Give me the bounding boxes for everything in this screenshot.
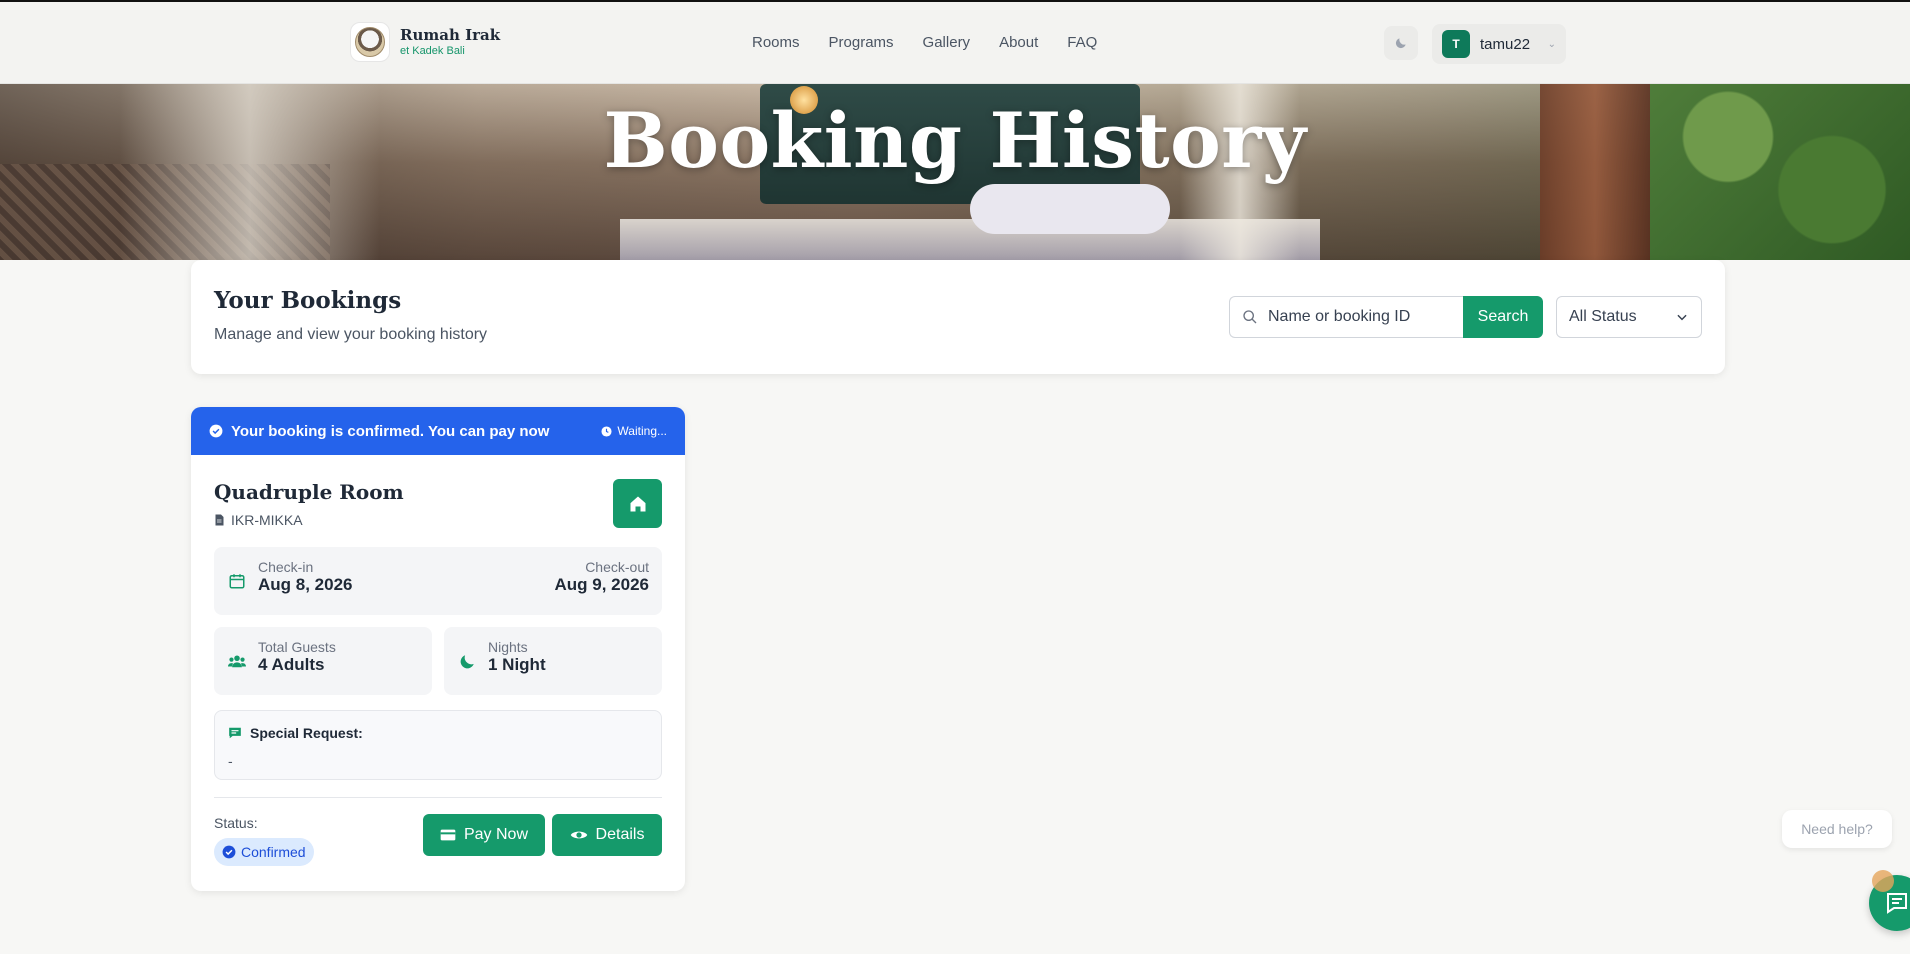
- moon-icon: [1395, 38, 1406, 49]
- search-input[interactable]: [1268, 308, 1448, 326]
- details-button[interactable]: Details: [552, 814, 662, 856]
- nav-faq[interactable]: FAQ: [1067, 34, 1097, 51]
- panel-subtitle: Manage and view your booking history: [214, 326, 488, 343]
- checkout-label: Check-out: [585, 559, 649, 575]
- guests-box: Total Guests 4 Adults: [214, 627, 432, 695]
- status-filter-select[interactable]: All Status: [1556, 296, 1702, 338]
- hero-image-pillows: [970, 184, 1170, 234]
- brand[interactable]: Rumah Irak et Kadek Bali: [350, 22, 500, 62]
- check-circle-icon: [209, 424, 223, 438]
- home-icon: [630, 496, 645, 511]
- search-button[interactable]: Search: [1463, 296, 1543, 338]
- chevron-down-icon: [1677, 314, 1687, 321]
- pay-now-button[interactable]: Pay Now: [423, 814, 545, 856]
- guests-text: Total Guests 4 Adults: [258, 639, 336, 675]
- nights-label: Nights: [488, 639, 528, 655]
- calendar-icon: [229, 574, 245, 589]
- banner-message: Your booking is confirmed. You can pay n…: [231, 422, 550, 440]
- nav-rooms[interactable]: Rooms: [752, 34, 800, 51]
- nav-programs[interactable]: Programs: [829, 34, 894, 51]
- panel-title: Your Bookings: [214, 287, 402, 314]
- clock-icon: [601, 425, 612, 437]
- avatar: T: [1442, 30, 1470, 58]
- status-badge: Confirmed: [214, 838, 314, 866]
- booking-card: Your booking is confirmed. You can pay n…: [191, 407, 685, 891]
- document-icon: [215, 514, 224, 526]
- special-request-label: Special Request:: [250, 725, 363, 741]
- status-filter-value: All Status: [1569, 308, 1637, 325]
- booking-status-banner: Your booking is confirmed. You can pay n…: [191, 407, 685, 455]
- dates-box: Check-in Aug 8, 2026 Check-out Aug 9, 20…: [214, 547, 662, 615]
- checkin-date: Aug 8, 2026: [258, 575, 353, 594]
- check-circle-icon: [222, 845, 236, 859]
- pay-now-label: Pay Now: [463, 826, 529, 843]
- booking-code-text: IKR-MIKKA: [231, 512, 303, 528]
- help-tooltip: Need help?: [1782, 810, 1892, 848]
- special-request-header: Special Request:: [228, 725, 363, 741]
- bookings-panel: Your Bookings Manage and view your booki…: [191, 260, 1725, 374]
- username: tamu22: [1480, 35, 1531, 53]
- chat-bubble-icon: [229, 727, 241, 739]
- page-title: Booking History: [603, 96, 1307, 185]
- banner-waiting-text: Waiting...: [617, 424, 667, 438]
- checkin: Check-in Aug 8, 2026: [258, 559, 353, 595]
- chat-icon: [1887, 893, 1907, 914]
- theme-toggle-button[interactable]: [1384, 26, 1418, 60]
- top-navbar: Rumah Irak et Kadek Bali Rooms Programs …: [0, 2, 1910, 84]
- hero-banner: Booking History: [0, 84, 1910, 260]
- nights-value: 1 Night: [488, 655, 546, 674]
- chevron-down-icon: ⌄: [1547, 38, 1556, 50]
- nights-box: Nights 1 Night: [444, 627, 662, 695]
- guests-label: Total Guests: [258, 639, 336, 655]
- guests-value: 4 Adults: [258, 655, 325, 674]
- nav-gallery[interactable]: Gallery: [923, 34, 971, 51]
- logo: [350, 22, 390, 62]
- special-request-value: -: [228, 753, 233, 769]
- user-menu[interactable]: T tamu22 ⌄: [1432, 24, 1566, 64]
- notification-dot: [1872, 870, 1894, 892]
- credit-card-icon: [440, 829, 456, 841]
- booking-code: IKR-MIKKA: [214, 512, 303, 528]
- checkout: Check-out Aug 9, 2026: [555, 559, 650, 595]
- brand-text: Rumah Irak et Kadek Bali: [400, 27, 500, 58]
- status-badge-text: Confirmed: [241, 844, 306, 860]
- moon-icon: [460, 655, 474, 669]
- checkout-date: Aug 9, 2026: [554, 575, 650, 594]
- details-label: Details: [595, 826, 645, 843]
- main-nav: Rooms Programs Gallery About FAQ: [752, 34, 1097, 51]
- status-label: Status:: [214, 815, 258, 831]
- eye-icon: [570, 831, 587, 839]
- room-name: Quadruple Room: [214, 480, 404, 504]
- brand-subtitle: et Kadek Bali: [400, 45, 465, 58]
- brand-name: Rumah Irak: [400, 25, 501, 44]
- banner-waiting: Waiting...: [601, 424, 667, 438]
- nights-text: Nights 1 Night: [488, 639, 546, 675]
- room-home-button[interactable]: [613, 479, 662, 528]
- users-icon: [228, 655, 246, 668]
- logo-emblem-icon: [355, 27, 385, 57]
- search-icon: [1243, 310, 1257, 324]
- search-box: [1229, 296, 1463, 338]
- nav-about[interactable]: About: [999, 34, 1038, 51]
- special-request-box: Special Request: -: [214, 710, 662, 780]
- checkin-label: Check-in: [258, 559, 314, 575]
- divider: [214, 797, 662, 798]
